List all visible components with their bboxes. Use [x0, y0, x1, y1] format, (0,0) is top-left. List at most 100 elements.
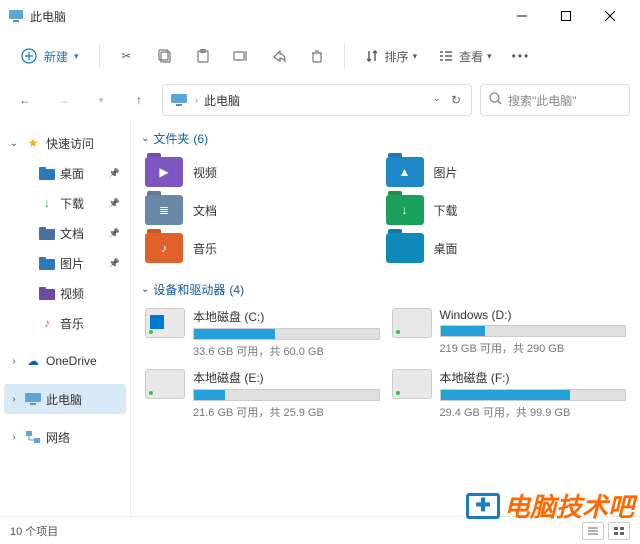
folder-item[interactable]: ▲图片 [386, 157, 627, 187]
sidebar-item-music[interactable]: ♪音乐 [18, 308, 126, 338]
drive-free-text: 29.4 GB 可用，共 99.9 GB [440, 404, 627, 420]
sidebar-item-label: 下载 [60, 195, 105, 212]
drive-name: Windows (D:) [440, 308, 627, 322]
sidebar: ⌄ ★ 快速访问 桌面📌↓下载📌文档📌图片📌视频♪音乐 › ☁ OneDrive… [0, 120, 130, 516]
chevron-down-icon: ▾ [74, 51, 79, 62]
usage-bar [193, 389, 380, 401]
drive-item[interactable]: 本地磁盘 (F:) 29.4 GB 可用，共 99.9 GB [392, 369, 627, 420]
doc-icon [38, 224, 56, 242]
close-button[interactable] [588, 1, 632, 31]
rename-icon [232, 47, 250, 65]
folder-item[interactable]: ▶ 视频 [145, 157, 386, 187]
search-placeholder: 搜索"此电脑" [508, 92, 577, 109]
drives-group-header[interactable]: ⌄ 设备和驱动器 (4) [137, 275, 634, 304]
folders-group-header[interactable]: ⌄ 文件夹 (6) [137, 124, 634, 153]
music-icon: ♪ [38, 314, 56, 332]
sidebar-thispc[interactable]: › 此电脑 [4, 384, 126, 414]
drives-group-count: (4) [229, 283, 244, 297]
pin-icon: 📌 [109, 258, 120, 269]
up-button[interactable]: ↑ [124, 85, 154, 115]
sidebar-item-picture[interactable]: 图片📌 [18, 248, 126, 278]
folder-label: 桌面 [434, 240, 458, 257]
folder-label: 文档 [193, 202, 217, 219]
pin-icon: 📌 [109, 198, 120, 209]
picture-icon [38, 254, 56, 272]
sidebar-item-label: 音乐 [60, 315, 122, 332]
folder-icon: ▶ [145, 157, 183, 187]
back-button[interactable]: ← [10, 85, 40, 115]
search-box[interactable]: 搜索"此电脑" [480, 84, 630, 116]
more-icon: ••• [512, 49, 531, 63]
new-label: 新建 [44, 48, 68, 65]
tiles-view-button[interactable] [608, 522, 630, 540]
delete-button[interactable] [300, 38, 334, 74]
address-bar[interactable]: › 此电脑 ⌄ ↻ [162, 84, 472, 116]
cut-button[interactable]: ✂ [110, 38, 144, 74]
details-view-button[interactable] [582, 522, 604, 540]
sidebar-item-label: 桌面 [60, 165, 105, 182]
rename-button[interactable] [224, 38, 258, 74]
titlebar: 此电脑 [0, 0, 640, 32]
folder-item[interactable]: ↓下载 [386, 195, 627, 225]
minimize-button[interactable] [500, 1, 544, 31]
pin-icon: 📌 [109, 228, 120, 239]
drive-item[interactable]: Windows (D:) 219 GB 可用，共 290 GB [392, 308, 627, 359]
sidebar-item-video[interactable]: 视频 [18, 278, 126, 308]
folder-label: 音乐 [193, 240, 217, 257]
chevron-down-icon[interactable]: ⌄ [433, 93, 441, 107]
recent-button[interactable]: ▾ [86, 85, 116, 115]
sidebar-item-download[interactable]: ↓下载 📌 [18, 188, 126, 218]
folder-item[interactable]: 桌面 [386, 233, 627, 263]
usage-bar [440, 325, 627, 337]
paste-button[interactable] [186, 38, 220, 74]
more-button[interactable]: ••• [504, 38, 539, 74]
maximize-button[interactable] [544, 1, 588, 31]
drive-item[interactable]: 本地磁盘 (C:)33.6 GB 可用，共 60.0 GB [145, 308, 380, 359]
video-icon [38, 284, 56, 302]
share-icon [270, 47, 288, 65]
sidebar-network[interactable]: › 网络 [4, 422, 126, 452]
star-icon: ★ [24, 134, 42, 152]
toolbar: 新建 ▾ ✂ 排序 ▾ 查看 ▾ ••• [0, 32, 640, 80]
window-title: 此电脑 [30, 8, 500, 25]
sort-label: 排序 [385, 48, 409, 65]
sidebar-item-label: 文档 [60, 225, 105, 242]
cut-icon: ✂ [118, 47, 136, 65]
usage-bar [193, 328, 380, 340]
folder-item[interactable]: ≣文档 [145, 195, 386, 225]
drive-item[interactable]: 本地磁盘 (E:)21.6 GB 可用，共 25.9 GB [145, 369, 380, 420]
quick-access[interactable]: ⌄ ★ 快速访问 [4, 128, 126, 158]
folder-icon: ↓ [386, 195, 424, 225]
view-label: 查看 [459, 48, 483, 65]
folder-icon: ♪ [145, 233, 183, 263]
folder-icon [386, 233, 424, 263]
cloud-icon: ☁ [24, 352, 42, 370]
drive-free-text: 21.6 GB 可用，共 25.9 GB [193, 404, 380, 420]
watermark-icon: ✚ [466, 493, 500, 519]
sidebar-item-doc[interactable]: 文档 📌 [18, 218, 126, 248]
copy-button[interactable] [148, 38, 182, 74]
thispc-icon [24, 390, 42, 408]
drive-free-text: 219 GB 可用，共 290 GB [440, 340, 627, 356]
sidebar-onedrive[interactable]: › ☁ OneDrive [4, 346, 126, 376]
quick-access-label: 快速访问 [46, 135, 122, 152]
forward-button[interactable]: → [48, 85, 78, 115]
folder-item[interactable]: ♪ 音乐 [145, 233, 386, 263]
folder-label: 视频 [193, 164, 217, 181]
view-icon [437, 47, 455, 65]
new-button[interactable]: 新建 ▾ [10, 38, 89, 74]
copy-icon [156, 47, 174, 65]
view-button[interactable]: 查看 ▾ [429, 38, 500, 74]
refresh-button[interactable]: ↻ [451, 93, 461, 107]
navbar: ← → ▾ ↑ › 此电脑 ⌄ ↻ 搜索"此电脑" [0, 80, 640, 120]
download-icon: ↓ [38, 194, 56, 212]
chevron-down-icon: ▾ [413, 51, 418, 62]
sort-button[interactable]: 排序 ▾ [355, 38, 426, 74]
thispc-icon [8, 8, 24, 24]
drive-name: 本地磁盘 (F:) [440, 369, 627, 386]
sort-icon [363, 47, 381, 65]
chevron-right-icon: › [8, 432, 20, 443]
share-button[interactable] [262, 38, 296, 74]
drive-name: 本地磁盘 (C:) [193, 308, 380, 325]
sidebar-item-desktop[interactable]: 桌面📌 [18, 158, 126, 188]
